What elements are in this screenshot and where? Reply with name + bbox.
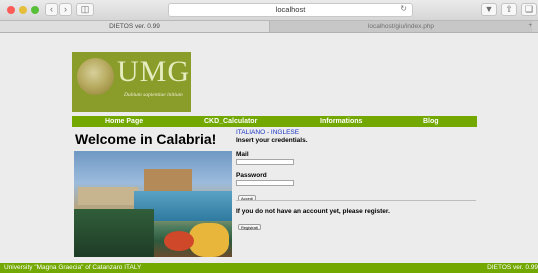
divider <box>236 200 476 201</box>
page-footer: University "Magna Graecia" of Catanzaro … <box>0 263 538 273</box>
mail-field[interactable] <box>236 159 294 165</box>
umg-logo: UMG Dubium sapientiae initium <box>72 52 191 112</box>
browser-toolbar: ‹ › ◫ localhost ↻ ▼ ⇧ ❏ <box>0 0 538 21</box>
tab-bar: DIETOS ver. 0.99 localhost/giu/index.php <box>0 21 538 33</box>
tabs-icon[interactable]: ❏ <box>521 3 537 16</box>
credentials-prompt: Insert your credentials. <box>236 137 308 144</box>
mail-label: Mail <box>236 151 249 158</box>
logo-motto: Dubium sapientiae initium <box>124 92 183 98</box>
sidebar-icon[interactable]: ◫ <box>76 3 94 16</box>
forward-icon[interactable]: › <box>59 3 72 16</box>
tab-localhost[interactable]: localhost/giu/index.php <box>270 21 532 32</box>
calabria-photo <box>74 151 232 257</box>
minimize-window-icon[interactable] <box>19 6 27 14</box>
welcome-heading: Welcome in Calabria! <box>75 131 217 147</box>
nav-blog[interactable]: Blog <box>423 116 439 127</box>
nav-ckd-calculator[interactable]: CKD_Calculator <box>204 116 257 127</box>
register-button[interactable]: Registrati <box>238 224 261 230</box>
tab-dietos[interactable]: DIETOS ver. 0.99 <box>0 21 270 32</box>
reload-icon[interactable]: ↻ <box>400 4 407 13</box>
share-icon[interactable]: ⇧ <box>501 3 517 16</box>
close-window-icon[interactable] <box>7 6 15 14</box>
back-icon[interactable]: ‹ <box>45 3 58 16</box>
footer-version: DIETOS ver. 0.99 <box>487 264 538 271</box>
main-nav: Home Page CKD_Calculator Informations Bl… <box>72 116 477 127</box>
password-field[interactable] <box>236 180 294 186</box>
new-tab-icon[interactable]: + <box>528 23 532 29</box>
footer-university: University "Magna Graecia" of Catanzaro … <box>4 264 142 271</box>
nav-home-page[interactable]: Home Page <box>105 116 143 127</box>
tree-emblem-icon <box>77 58 114 95</box>
password-label: Password <box>236 172 267 179</box>
language-switch-link[interactable]: ITALIANO - INGLESE <box>236 129 299 136</box>
address-bar[interactable]: localhost ↻ <box>168 3 413 17</box>
logo-text: UMG <box>117 55 191 88</box>
register-prompt: If you do not have an account yet, pleas… <box>236 208 390 215</box>
address-text: localhost <box>275 5 306 14</box>
nav-informations[interactable]: Informations <box>320 116 362 127</box>
download-icon[interactable]: ▼ <box>481 3 497 16</box>
zoom-window-icon[interactable] <box>31 6 39 14</box>
